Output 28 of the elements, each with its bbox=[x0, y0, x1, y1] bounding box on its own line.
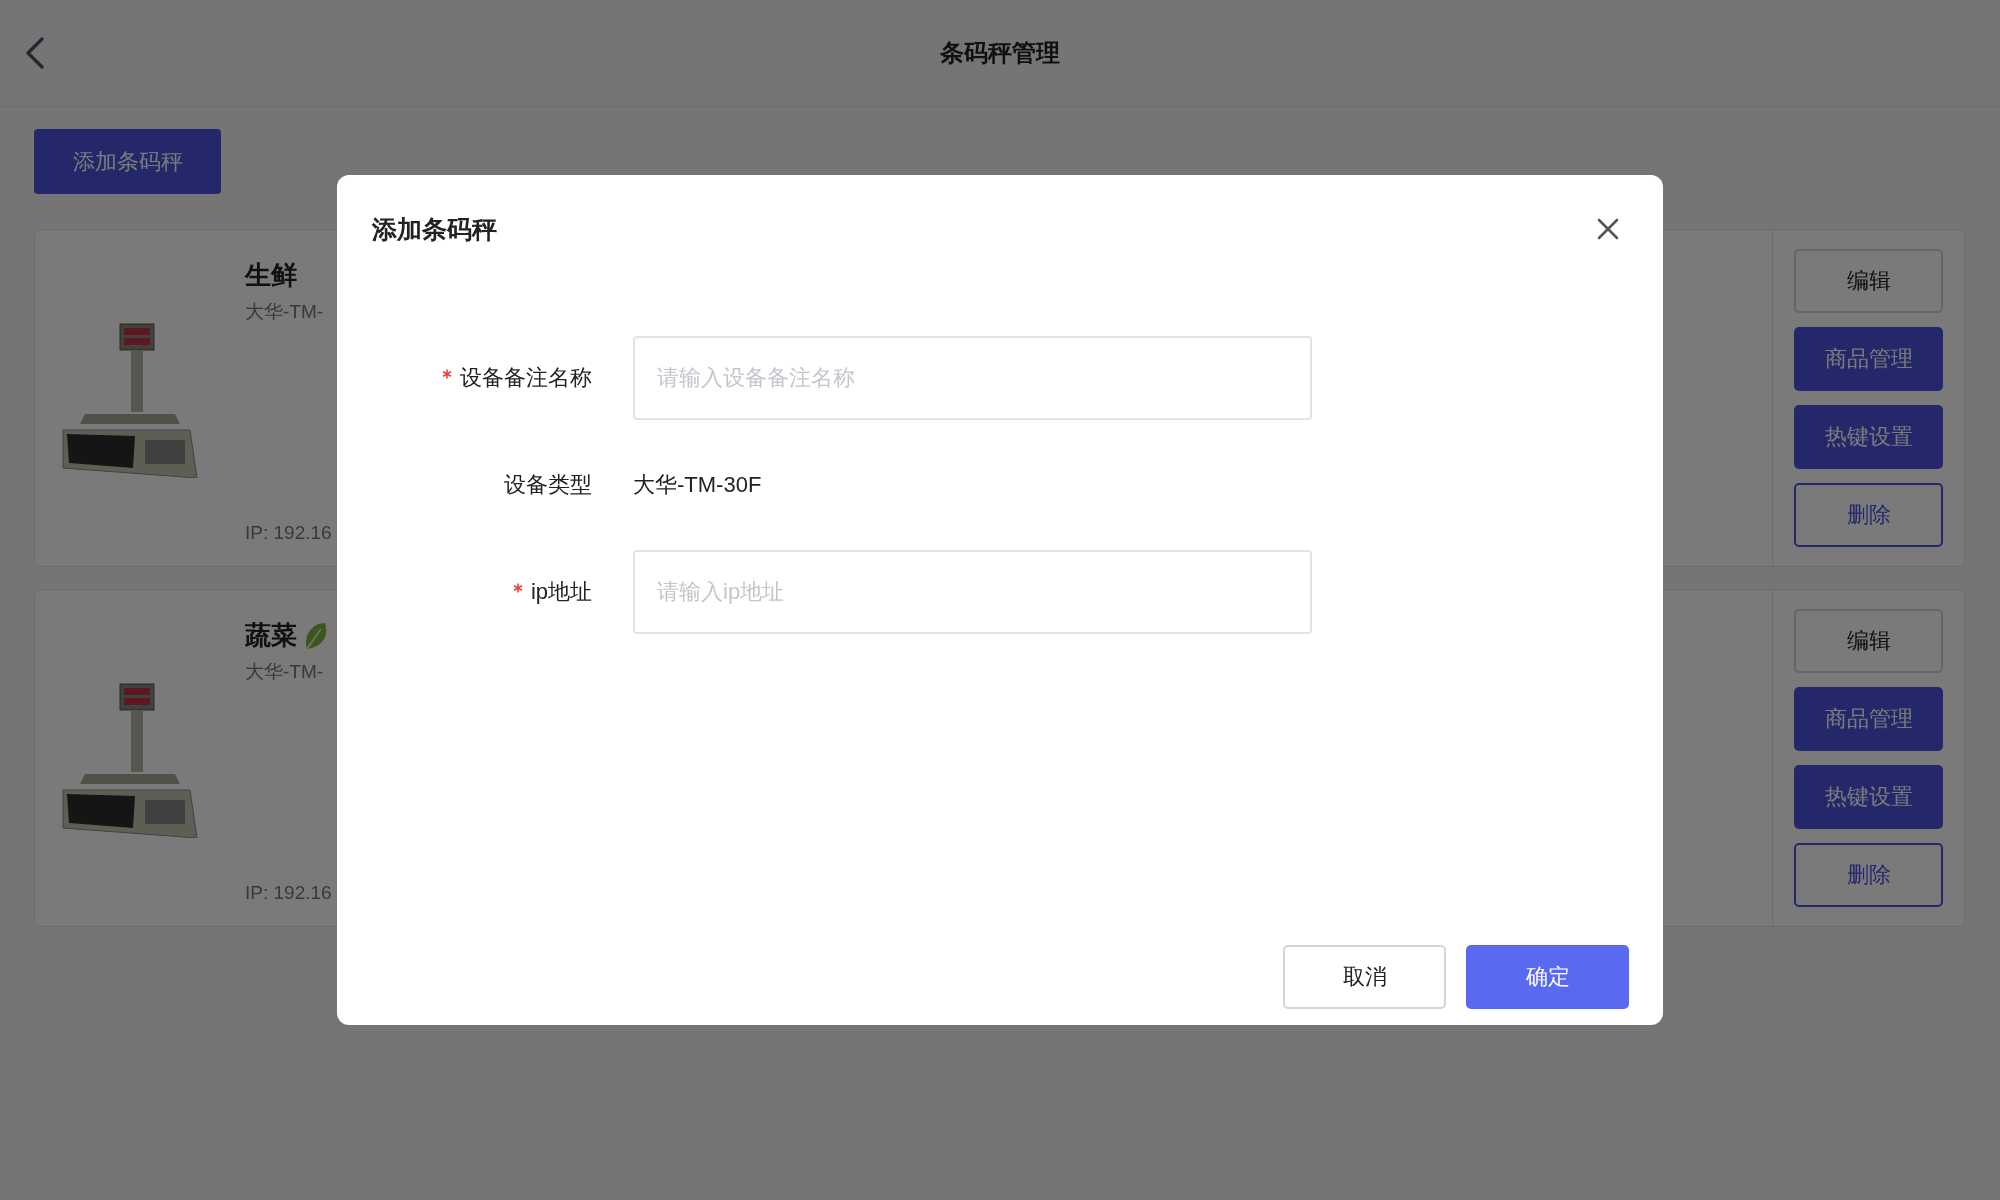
scale-model: 大华-TM- bbox=[245, 660, 325, 684]
close-button[interactable] bbox=[1597, 218, 1619, 240]
scale-model: 大华-TM- bbox=[245, 300, 325, 324]
field-label: 设备类型 bbox=[504, 472, 592, 497]
action-button[interactable]: 热键设置 bbox=[1794, 765, 1943, 829]
cancel-button[interactable]: 取消 bbox=[1283, 945, 1446, 1009]
action-button[interactable]: 商品管理 bbox=[1794, 327, 1943, 391]
delete-button[interactable]: 删除 bbox=[1794, 483, 1943, 547]
leaf-icon bbox=[303, 620, 329, 651]
ip-address: IP: 192.16 bbox=[245, 882, 333, 904]
text-field[interactable]: 请输入设备备注名称 bbox=[633, 336, 1312, 420]
text-field[interactable]: 请输入ip地址 bbox=[633, 550, 1312, 634]
dialog-title: 添加条码秤 bbox=[372, 213, 497, 245]
field-label: 设备备注名称 bbox=[460, 365, 592, 390]
page-title: 条码秤管理 bbox=[940, 38, 1060, 68]
edit-button[interactable]: 编辑 bbox=[1794, 249, 1943, 313]
add-scale-button[interactable]: 添加条码秤 bbox=[34, 129, 221, 194]
back-button[interactable] bbox=[24, 36, 46, 70]
confirm-button[interactable]: 确定 bbox=[1466, 945, 1629, 1009]
edit-button[interactable]: 编辑 bbox=[1794, 609, 1943, 673]
ip-address: IP: 192.16 bbox=[245, 522, 333, 544]
action-button[interactable]: 商品管理 bbox=[1794, 687, 1943, 751]
delete-button[interactable]: 删除 bbox=[1794, 843, 1943, 907]
scale-name: 生鲜 bbox=[245, 259, 297, 292]
field-value: 大华-TM-30F bbox=[633, 471, 762, 499]
action-button[interactable]: 热键设置 bbox=[1794, 405, 1943, 469]
field-label: ip地址 bbox=[530, 579, 592, 604]
scale-name: 蔬菜 bbox=[245, 619, 297, 652]
